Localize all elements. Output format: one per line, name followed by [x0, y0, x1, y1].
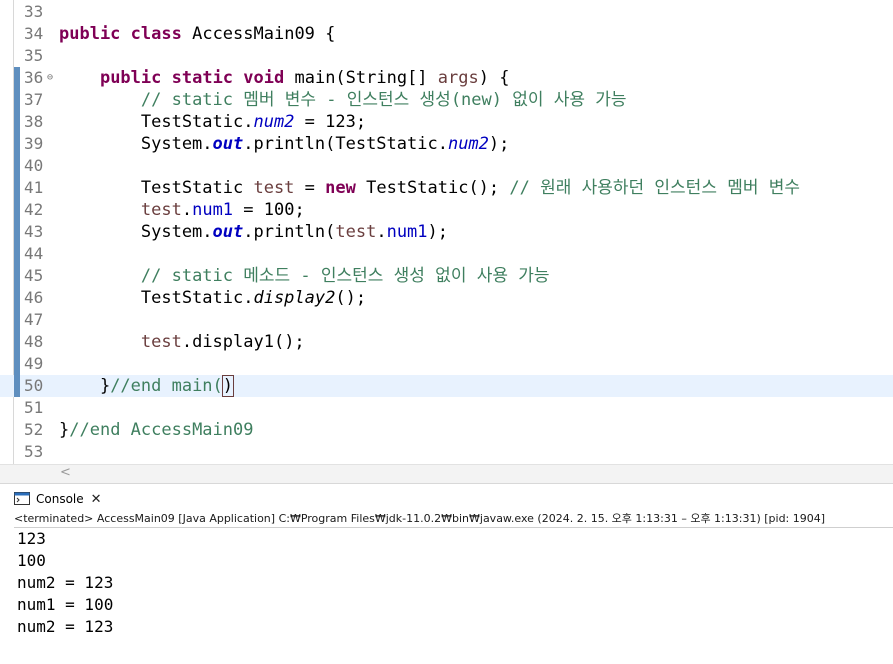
console-icon [14, 492, 30, 505]
line-number: 48 [24, 332, 44, 351]
close-icon[interactable]: ✕ [91, 492, 102, 507]
change-marker [14, 287, 20, 309]
line-number: 41 [24, 178, 44, 197]
line-number: 45 [24, 266, 44, 285]
code-line[interactable]: 37 // static 멤버 변수 - 인스턴스 생성(new) 없이 사용 … [0, 89, 893, 111]
console-output-line: num2 = 123 [17, 617, 114, 636]
console-output-line: num2 = 123 [17, 573, 114, 592]
code-line[interactable]: 39 System.out.println(TestStatic.num2); [0, 133, 893, 155]
console-output-line: 123 [17, 529, 46, 548]
code-line[interactable]: 41 TestStatic test = new TestStatic(); /… [0, 177, 893, 199]
code-line[interactable]: 48 test.display1(); [0, 331, 893, 353]
tab-console-label: Console [36, 492, 84, 506]
code-text: }//end AccessMain09 [59, 420, 254, 440]
code-text: public static void main(String[] args) { [99, 68, 510, 88]
code-line[interactable]: 49 [0, 353, 893, 375]
code-line[interactable]: 53 [0, 441, 893, 463]
console-status-text: <terminated> AccessMain09 [Java Applicat… [14, 511, 893, 528]
console-output-line: 100 [17, 551, 46, 570]
code-line[interactable]: 44 [0, 243, 893, 265]
line-number: 47 [24, 310, 44, 329]
code-editor[interactable]: 33 34 public class AccessMain09 { 35 36 ⊖ pub… [0, 0, 893, 464]
tab-console[interactable]: Console ✕ [14, 487, 102, 511]
change-marker [14, 67, 20, 89]
code-text: public class AccessMain09 { [59, 24, 336, 44]
code-text: // static 메소드 - 인스턴스 생성 없이 사용 가능 [140, 266, 550, 286]
line-number: 42 [24, 200, 44, 219]
code-line[interactable]: 38 TestStatic.num2 = 123; [0, 111, 893, 133]
code-line[interactable]: 36 ⊖ public static void main(String[] arg… [0, 67, 893, 89]
change-marker [14, 221, 20, 243]
line-number: 35 [24, 46, 44, 65]
line-number: 49 [24, 354, 44, 373]
code-text: }//end main() [59, 375, 235, 397]
line-number: 40 [24, 156, 44, 175]
code-line[interactable]: 35 [0, 45, 893, 67]
horizontal-scrollbar[interactable]: < [0, 464, 893, 483]
change-marker [14, 309, 20, 331]
line-number: 52 [24, 420, 44, 439]
code-text: test.num1 = 100; [140, 200, 305, 220]
change-marker [14, 133, 20, 155]
line-number: 39 [24, 134, 44, 153]
code-text: TestStatic test = new TestStatic(); // 원… [59, 178, 800, 198]
line-number: 38 [24, 112, 44, 131]
code-line[interactable]: 42 test.num1 = 100; [0, 199, 893, 221]
change-marker [14, 111, 20, 133]
code-line[interactable]: 47 [0, 309, 893, 331]
code-line[interactable]: 45 // static 메소드 - 인스턴스 생성 없이 사용 가능 [0, 265, 893, 287]
fold-icon[interactable]: ⊖ [47, 67, 53, 89]
change-marker [14, 353, 20, 375]
line-number: 50 [24, 376, 44, 395]
console-output[interactable]: 123 100 num2 = 123 num1 = 100 num2 = 123 [0, 528, 893, 664]
console-output-line: num1 = 100 [17, 595, 114, 614]
code-text: TestStatic.num2 = 123; [59, 112, 367, 132]
code-text: // static 멤버 변수 - 인스턴스 생성(new) 없이 사용 가능 [140, 90, 627, 110]
line-number: 37 [24, 90, 44, 109]
change-marker [14, 375, 20, 397]
line-number: 43 [24, 222, 44, 241]
code-text: System.out.println(TestStatic.num2); [59, 134, 510, 154]
line-number: 33 [24, 2, 44, 21]
change-marker [14, 177, 20, 199]
scroll-left-icon[interactable]: < [60, 465, 71, 480]
change-marker [14, 155, 20, 177]
change-marker [14, 243, 20, 265]
code-text: test.display1(); [140, 332, 305, 352]
code-line[interactable]: 33 [0, 1, 893, 23]
code-text: System.out.println(test.num1); [59, 222, 449, 242]
code-line[interactable]: 50 }//end main() [0, 375, 893, 397]
line-number: 53 [24, 442, 44, 461]
code-line[interactable]: 46 TestStatic.display2(); [0, 287, 893, 309]
console-tab-bar: Console ✕ [0, 483, 893, 512]
change-marker [14, 331, 20, 353]
line-number: 46 [24, 288, 44, 307]
code-line[interactable]: 34 public class AccessMain09 { [0, 23, 893, 45]
code-line[interactable]: 40 [0, 155, 893, 177]
line-number: 34 [24, 24, 44, 43]
code-line[interactable]: 52 }//end AccessMain09 [0, 419, 893, 441]
code-line[interactable]: 43 System.out.println(test.num1); [0, 221, 893, 243]
change-marker [14, 89, 20, 111]
change-marker [14, 265, 20, 287]
code-line[interactable]: 51 [0, 397, 893, 419]
line-number: 44 [24, 244, 44, 263]
code-text: TestStatic.display2(); [59, 288, 367, 308]
line-number: 51 [24, 398, 44, 417]
change-marker [14, 199, 20, 221]
